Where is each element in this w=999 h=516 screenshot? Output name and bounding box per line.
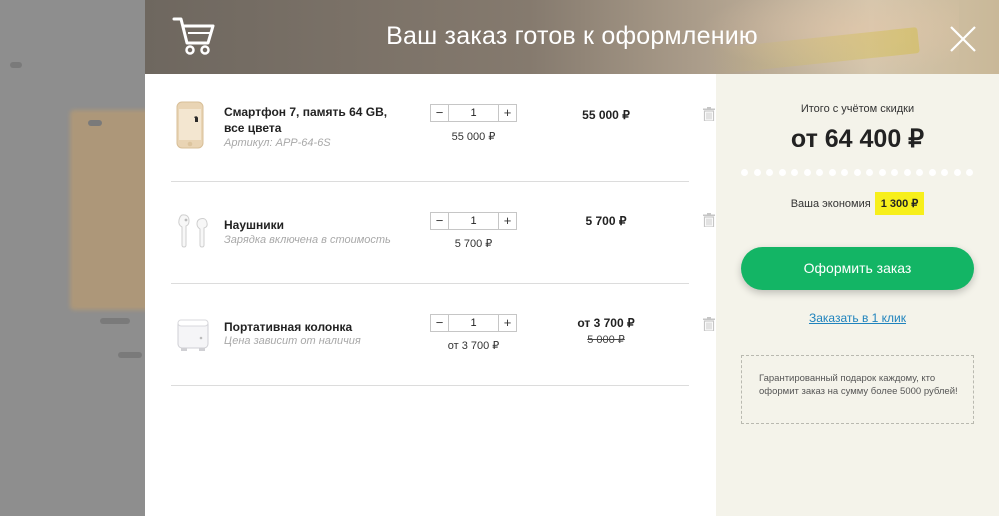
unit-price: 5 700 ₽ [454, 238, 493, 250]
minus-icon[interactable]: − [431, 315, 449, 331]
minus-icon[interactable]: − [431, 213, 449, 229]
smartphone-image [176, 101, 204, 149]
quantity-stepper: − + [430, 314, 517, 332]
quantity-input[interactable] [449, 105, 498, 121]
gift-promo-box: Гарантированный подарок каждому, кто офо… [741, 355, 974, 424]
cart-item: Портативная колонка Цена зависит от нали… [171, 284, 715, 386]
quantity-stepper: − + [430, 104, 517, 122]
quantity-stepper: − + [430, 212, 517, 230]
total-value: от 64 400 ₽ [790, 125, 925, 153]
modal-title: Ваш заказ готов к оформлению [386, 22, 758, 50]
cart-item: Смартфон 7, память 64 GB, все цвета Арти… [171, 74, 715, 182]
item-note: Зарядка включена в стоимость [224, 234, 391, 246]
plus-icon[interactable]: + [498, 213, 516, 229]
savings-badge: 1 300 ₽ [874, 192, 925, 215]
item-name[interactable]: Портативная колонка [224, 319, 404, 335]
quantity-input[interactable] [449, 315, 498, 331]
item-name[interactable]: Наушники [224, 217, 404, 233]
background-text [118, 352, 142, 358]
line-total: 55 000 ₽ [582, 108, 630, 122]
item-note: Цена зависит от наличия [224, 335, 361, 347]
trash-icon[interactable] [703, 213, 715, 227]
total-label: Итого с учётом скидки [800, 103, 915, 115]
trash-icon[interactable] [703, 317, 715, 331]
close-icon[interactable] [949, 25, 977, 53]
line-total: от 3 700 ₽ [577, 316, 635, 330]
background-text [10, 62, 22, 68]
one-click-order-link[interactable]: Заказать в 1 клик [716, 311, 999, 325]
unit-price: 55 000 ₽ [451, 131, 496, 143]
unit-price: от 3 700 ₽ [447, 340, 500, 352]
savings-label: Ваша экономия [790, 198, 871, 210]
order-summary: Итого с учётом скидки от 64 400 ₽ Ваша э… [716, 74, 999, 516]
background-text [88, 120, 102, 126]
quantity-input[interactable] [449, 213, 498, 229]
order-modal: Ваш заказ готов к оформлению Смартфон 7,… [145, 0, 999, 516]
dotted-divider [741, 169, 973, 177]
cart-items-list: Смартфон 7, память 64 GB, все цвета Арти… [145, 74, 716, 516]
trash-icon[interactable] [703, 107, 715, 121]
checkout-button[interactable]: Оформить заказ [741, 247, 974, 290]
plus-icon[interactable]: + [498, 105, 516, 121]
plus-icon[interactable]: + [498, 315, 516, 331]
speaker-image [177, 319, 209, 351]
item-sku: Артикул: APP-64-6S [224, 137, 331, 149]
old-price: 5 000 ₽ [587, 334, 625, 346]
background-text [100, 318, 130, 324]
savings-row: Ваша экономия 1 300 ₽ [716, 192, 999, 215]
line-total: 5 700 ₽ [585, 214, 627, 228]
cart-item: Наушники Зарядка включена в стоимость − … [171, 182, 715, 284]
item-name[interactable]: Смартфон 7, память 64 GB, все цвета [224, 104, 404, 136]
earbuds-image [178, 214, 208, 248]
modal-header: Ваш заказ готов к оформлению [145, 0, 999, 75]
minus-icon[interactable]: − [431, 105, 449, 121]
